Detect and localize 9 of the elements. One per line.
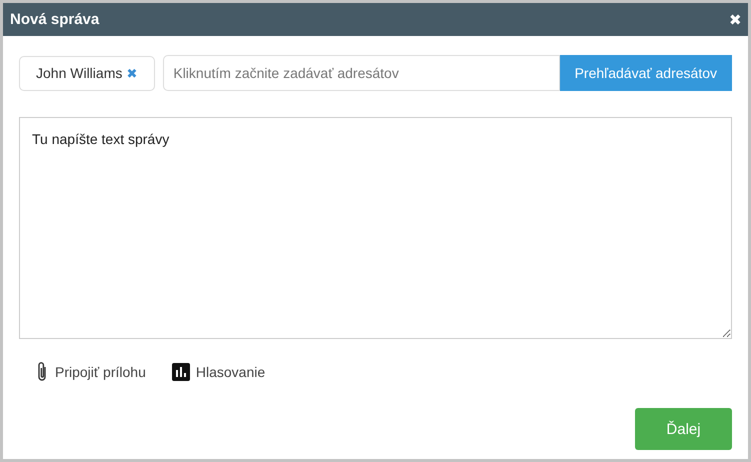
action-link[interactable]: Pripojiť prílohu: [35, 361, 146, 383]
window-title: Nová správa: [10, 11, 100, 28]
recipient-name: John Williams: [36, 65, 122, 81]
bar-chart-icon: [172, 363, 190, 381]
remove-button[interactable]: ✖: [126, 66, 138, 80]
recipient-input[interactable]: Kliknutím začnite zadávať adresátov: [163, 55, 560, 91]
close-button[interactable]: ✖: [729, 10, 742, 28]
action-link[interactable]: Hlasovanie: [172, 361, 266, 383]
message-field[interactable]: Tu napíšte text správy: [19, 117, 732, 339]
